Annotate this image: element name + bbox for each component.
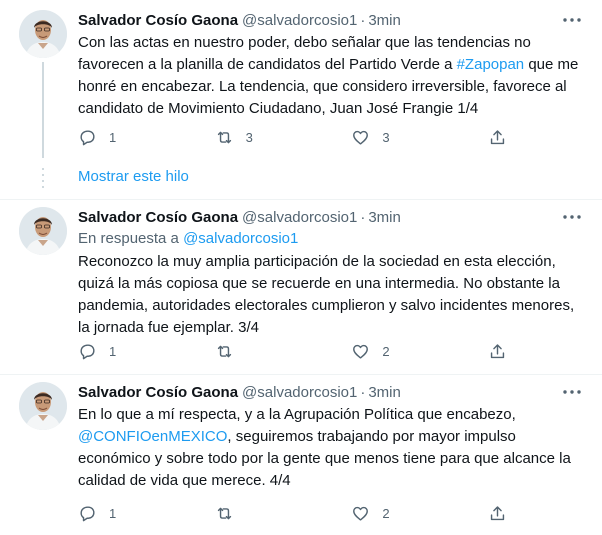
reply-button[interactable]: 1 bbox=[78, 342, 138, 361]
reply-icon bbox=[80, 343, 95, 359]
share-button[interactable] bbox=[488, 342, 508, 361]
avatar[interactable] bbox=[19, 207, 67, 255]
retweet-icon bbox=[217, 507, 231, 519]
tweet-1[interactable]: Salvador Cosío Gaona @salvadorcosio1 · 3… bbox=[0, 0, 602, 158]
avatar[interactable] bbox=[19, 382, 67, 430]
replying-to-handle[interactable]: @salvadorcosio1 bbox=[183, 230, 298, 247]
tweet-time[interactable]: 3min bbox=[368, 384, 401, 401]
tweet-actions: 1 2 bbox=[78, 501, 508, 525]
reply-button[interactable]: 1 bbox=[78, 504, 138, 523]
tweet-time[interactable]: 3min bbox=[368, 12, 401, 29]
tweet-text-part: En lo que a mí respecta, y a la Agrupaci… bbox=[78, 406, 516, 423]
replying-to-label: En respuesta a bbox=[78, 230, 184, 247]
tweet-time[interactable]: 3min bbox=[368, 209, 401, 226]
tweet-text: Con las actas en nuestro poder, debo señ… bbox=[78, 32, 582, 120]
retweet-button[interactable] bbox=[215, 504, 275, 523]
replying-to: En respuesta a @salvadorcosio1 bbox=[78, 228, 582, 249]
avatar[interactable] bbox=[19, 10, 67, 58]
separator-dot: · bbox=[360, 208, 366, 226]
separator-dot: · bbox=[360, 383, 366, 401]
reply-icon bbox=[80, 129, 95, 145]
tweet-3[interactable]: Salvador Cosío Gaona @salvadorcosio1 · 3… bbox=[0, 374, 602, 535]
tweet-header: Salvador Cosío Gaona @salvadorcosio1 · 3… bbox=[78, 207, 582, 227]
tweet-content: Salvador Cosío Gaona @salvadorcosio1 · 3… bbox=[78, 382, 582, 492]
retweet-icon bbox=[217, 131, 231, 143]
reply-button[interactable]: 1 bbox=[78, 128, 138, 147]
tweet-text: Reconozco la muy amplia participación de… bbox=[78, 251, 582, 339]
like-button[interactable]: 2 bbox=[351, 342, 411, 361]
author-handle[interactable]: @salvadorcosio1 bbox=[242, 12, 357, 29]
author-name[interactable]: Salvador Cosío Gaona bbox=[78, 209, 238, 226]
share-button[interactable] bbox=[488, 504, 508, 523]
more-icon[interactable] bbox=[562, 12, 582, 28]
tweet-content: Salvador Cosío Gaona @salvadorcosio1 · 3… bbox=[78, 10, 582, 120]
tweet-header: Salvador Cosío Gaona @salvadorcosio1 · 3… bbox=[78, 10, 582, 30]
like-icon bbox=[353, 344, 369, 359]
show-thread-link[interactable]: Mostrar este hilo bbox=[78, 168, 189, 185]
retweet-button[interactable]: 3 bbox=[215, 128, 275, 147]
like-icon bbox=[353, 506, 369, 521]
hashtag-link[interactable]: #Zapopan bbox=[457, 56, 525, 73]
reply-count: 1 bbox=[109, 505, 117, 521]
like-count: 2 bbox=[382, 505, 390, 521]
share-button[interactable] bbox=[488, 128, 508, 147]
tweet-text-part: Reconozco la muy amplia participación de… bbox=[78, 253, 575, 336]
author-name[interactable]: Salvador Cosío Gaona bbox=[78, 12, 238, 29]
reply-count: 1 bbox=[109, 129, 117, 145]
retweet-button[interactable] bbox=[215, 342, 275, 361]
separator-dot: · bbox=[360, 11, 366, 29]
tweet-text: En lo que a mí respecta, y a la Agrupaci… bbox=[78, 404, 582, 492]
like-count: 2 bbox=[382, 343, 390, 359]
share-icon bbox=[490, 129, 505, 144]
tweet-2[interactable]: Salvador Cosío Gaona @salvadorcosio1 · 3… bbox=[0, 199, 602, 373]
thread-connector-line bbox=[42, 62, 44, 158]
author-handle[interactable]: @salvadorcosio1 bbox=[242, 384, 357, 401]
share-icon bbox=[490, 505, 505, 520]
more-icon[interactable] bbox=[562, 209, 582, 225]
reply-icon bbox=[80, 505, 95, 521]
like-icon bbox=[353, 130, 369, 145]
tweet-content: Salvador Cosío Gaona @salvadorcosio1 · 3… bbox=[78, 207, 582, 339]
thread-dots bbox=[41, 168, 45, 190]
tweet-actions: 1 3 3 bbox=[78, 125, 508, 149]
more-icon[interactable] bbox=[562, 384, 582, 400]
share-icon bbox=[490, 343, 505, 358]
retweet-icon bbox=[217, 345, 231, 357]
like-count: 3 bbox=[382, 129, 390, 145]
tweet-actions: 1 2 bbox=[78, 339, 508, 363]
like-button[interactable]: 2 bbox=[351, 504, 411, 523]
reply-count: 1 bbox=[109, 343, 117, 359]
like-button[interactable]: 3 bbox=[351, 128, 411, 147]
retweet-count: 3 bbox=[245, 129, 253, 145]
show-thread-row[interactable]: Mostrar este hilo bbox=[0, 158, 602, 198]
author-name[interactable]: Salvador Cosío Gaona bbox=[78, 384, 238, 401]
tweet-header: Salvador Cosío Gaona @salvadorcosio1 · 3… bbox=[78, 382, 582, 402]
author-handle[interactable]: @salvadorcosio1 bbox=[242, 209, 357, 226]
mention-link[interactable]: @CONFIOenMEXICO bbox=[78, 428, 227, 445]
